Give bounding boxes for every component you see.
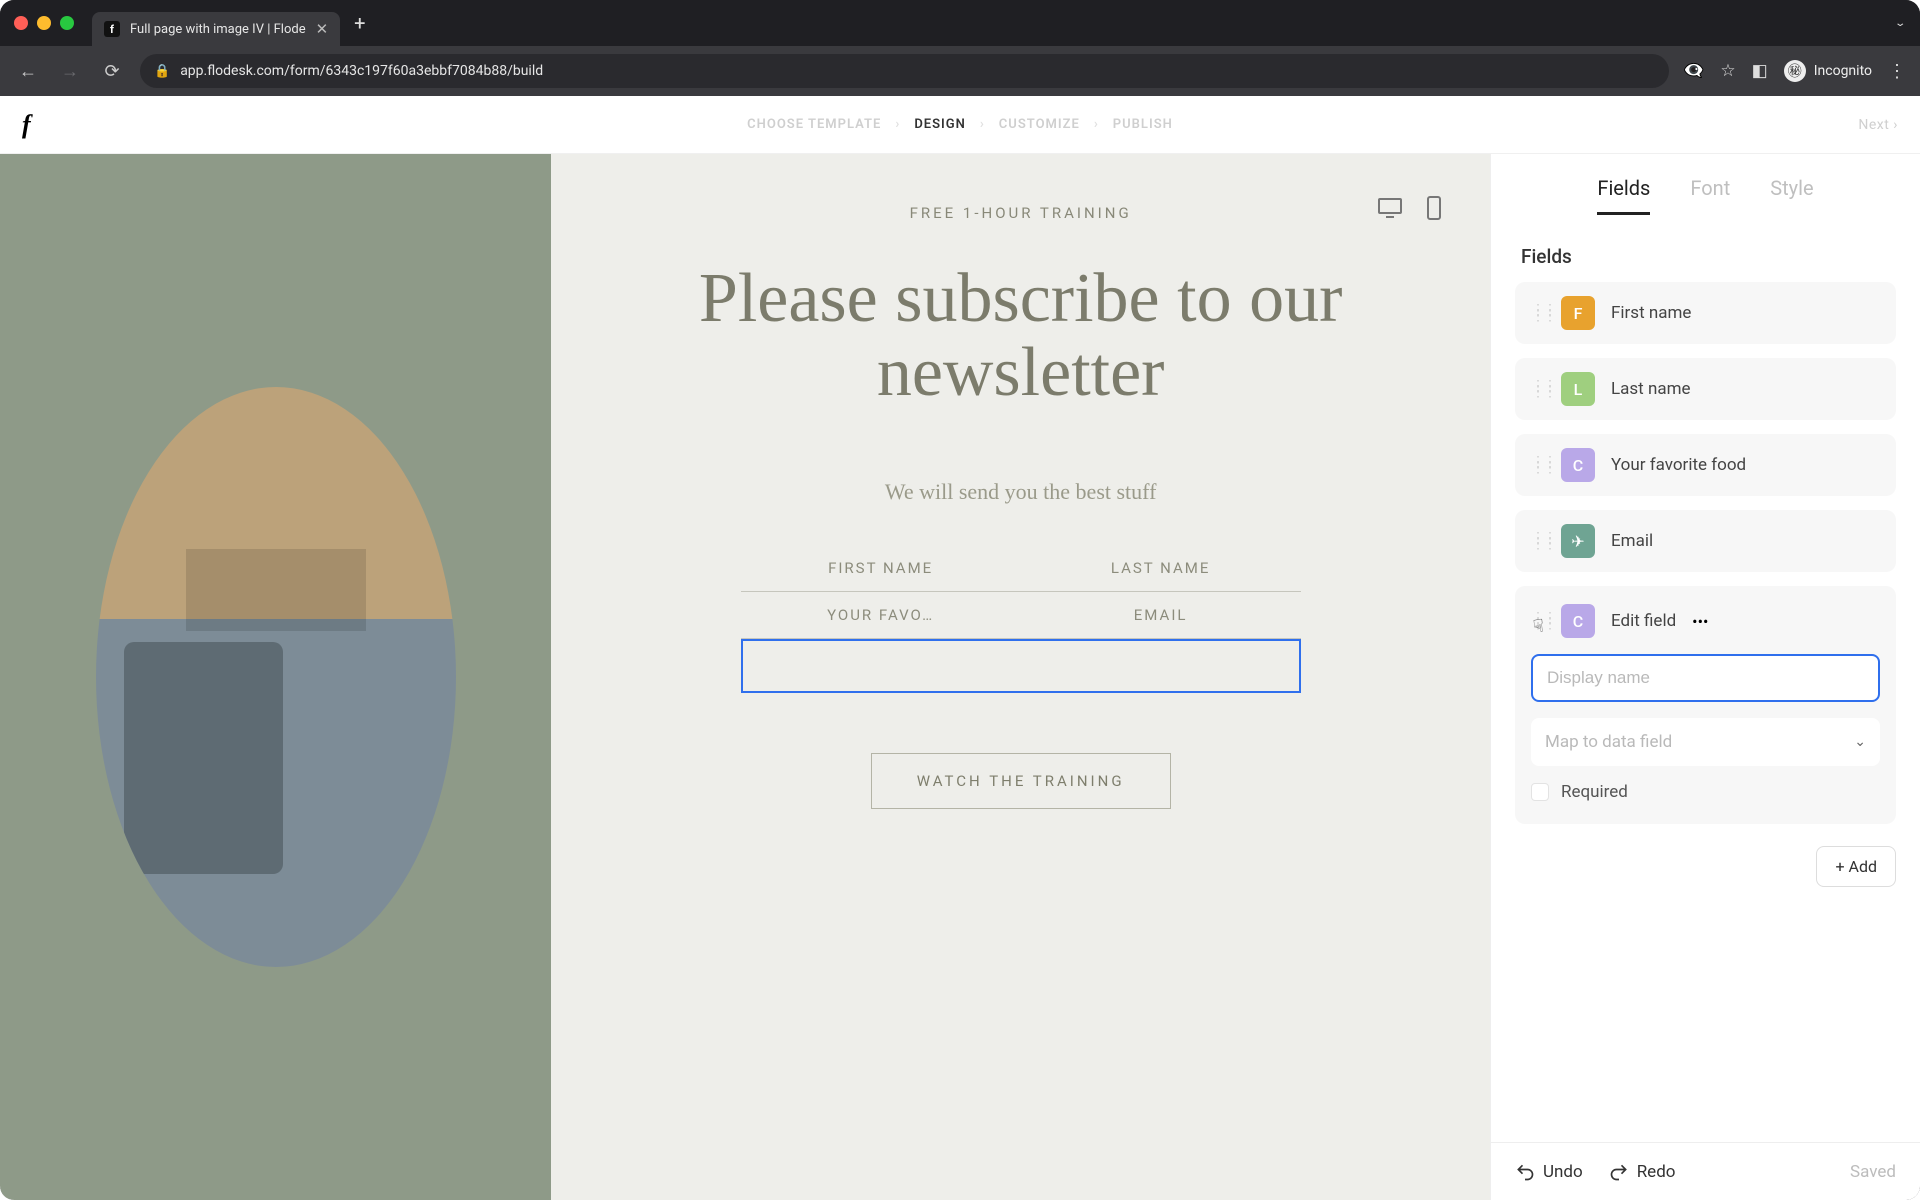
drag-handle-icon[interactable]: ⋮⋮⋮⋮ [1531,535,1545,547]
edit-field-panel: ☟ ⋮⋮⋮⋮ C Edit field ••• Map to data fiel… [1515,586,1896,824]
drag-handle-icon[interactable]: ⋮⋮⋮⋮ [1531,459,1545,471]
field-item-last-name[interactable]: ⋮⋮⋮⋮ L Last name [1515,358,1896,420]
eye-off-icon[interactable]: 👁‍🗨 [1683,61,1704,81]
field-badge: C [1561,604,1595,638]
tab-font[interactable]: Font [1690,176,1730,215]
tab-title: Full page with image IV | Flode [130,22,306,37]
url-text: app.flodesk.com/form/6343c197f60a3ebbf70… [180,63,543,79]
tab-style[interactable]: Style [1770,176,1813,215]
step-publish[interactable]: PUBLISH [1113,117,1173,132]
form-field-favorite[interactable]: YOUR FAVO… [741,592,1021,638]
subheading[interactable]: We will send you the best stuff [621,479,1420,505]
tabs-overflow-icon[interactable]: ⌄ [1894,17,1906,28]
form-fields-grid: FIRST NAME LAST NAME YOUR FAVO… EMAIL [741,545,1301,693]
field-badge: L [1561,372,1595,406]
field-label: Last name [1611,379,1691,399]
required-label: Required [1561,782,1628,802]
tab-close-icon[interactable]: ✕ [316,20,329,38]
hero-image-placeholder [96,387,456,967]
sidebar-footer: Undo Redo Saved [1491,1142,1920,1200]
field-badge: ✈ [1561,524,1595,558]
browser-menu-icon[interactable]: ⋮ [1888,61,1906,82]
map-to-field-select[interactable]: Map to data field ⌄ [1531,718,1880,766]
edit-field-title: Edit field [1611,611,1676,631]
canvas-image-panel[interactable] [0,154,551,1200]
wizard-steps: CHOOSE TEMPLATE › DESIGN › CUSTOMIZE › P… [0,117,1920,132]
save-status: Saved [1850,1162,1896,1182]
field-label: Email [1611,531,1653,551]
canvas: FREE 1-HOUR TRAINING Please subscribe to… [0,154,1490,1200]
undo-button[interactable]: Undo [1515,1162,1583,1182]
lock-icon: 🔒 [154,64,170,79]
checkbox-box [1531,783,1549,801]
field-badge: F [1561,296,1595,330]
form-selected-field[interactable] [741,639,1301,693]
new-tab-button[interactable]: + [354,11,365,35]
panel-title: Fields [1491,215,1920,282]
tab-fields[interactable]: Fields [1597,176,1650,215]
panel-icon[interactable]: ◧ [1752,61,1768,81]
favicon: f [104,21,120,37]
canvas-form-panel: FREE 1-HOUR TRAINING Please subscribe to… [551,154,1490,1200]
form-field-email[interactable]: EMAIL [1021,592,1301,638]
nav-back-button[interactable]: ← [14,57,42,85]
submit-button[interactable]: WATCH THE TRAINING [871,753,1171,809]
display-name-input[interactable] [1531,654,1880,702]
address-bar[interactable]: 🔒 app.flodesk.com/form/6343c197f60a3ebbf… [140,54,1669,88]
eyebrow-text[interactable]: FREE 1-HOUR TRAINING [621,204,1420,222]
properties-sidebar: Fields Font Style Fields ⋮⋮⋮⋮ F First na… [1490,154,1920,1200]
drag-handle-icon[interactable]: ⋮⋮⋮⋮ [1531,383,1545,395]
step-choose-template[interactable]: CHOOSE TEMPLATE [747,117,881,132]
window-zoom[interactable] [60,16,74,30]
incognito-label: Incognito [1814,63,1872,79]
field-label: First name [1611,303,1691,323]
nav-reload-button[interactable]: ⟳ [98,57,126,85]
hero-heading[interactable]: Please subscribe to our newsletter [621,262,1420,409]
field-label: Your favorite food [1611,455,1746,475]
cursor-icon: ☟ [1532,616,1545,638]
desktop-preview-icon[interactable] [1374,194,1406,222]
chevron-down-icon: ⌄ [1854,734,1866,750]
nav-forward-button[interactable]: → [56,57,84,85]
star-icon[interactable]: ☆ [1720,61,1735,81]
sidebar-tabs: Fields Font Style [1491,154,1920,215]
window-titlebar: f Full page with image IV | Flode ✕ + ⌄ [0,0,1920,46]
add-field-button[interactable]: + Add [1816,846,1896,887]
redo-button[interactable]: Redo [1609,1162,1676,1182]
window-close[interactable] [14,16,28,30]
form-field-first-name[interactable]: FIRST NAME [741,545,1021,591]
select-label: Map to data field [1545,732,1672,752]
step-customize[interactable]: CUSTOMIZE [999,117,1080,132]
step-design[interactable]: DESIGN [914,117,966,132]
drag-handle-icon[interactable]: ⋮⋮⋮⋮ [1531,307,1545,319]
field-item-email[interactable]: ⋮⋮⋮⋮ ✈ Email [1515,510,1896,572]
field-badge: C [1561,448,1595,482]
browser-toolbar: ← → ⟳ 🔒 app.flodesk.com/form/6343c197f60… [0,46,1920,96]
window-minimize[interactable] [37,16,51,30]
incognito-icon: ㊙ [1784,60,1806,82]
field-more-menu[interactable]: ••• [1692,612,1708,631]
next-button[interactable]: Next › [1858,117,1898,133]
field-item-first-name[interactable]: ⋮⋮⋮⋮ F First name [1515,282,1896,344]
app-logo[interactable]: f [22,110,31,140]
field-item-favorite-food[interactable]: ⋮⋮⋮⋮ C Your favorite food [1515,434,1896,496]
form-field-last-name[interactable]: LAST NAME [1021,545,1301,591]
required-checkbox[interactable]: Required [1531,782,1880,802]
browser-tab[interactable]: f Full page with image IV | Flode ✕ [92,12,340,46]
app-header: f CHOOSE TEMPLATE › DESIGN › CUSTOMIZE ›… [0,96,1920,154]
mobile-preview-icon[interactable] [1418,194,1450,222]
